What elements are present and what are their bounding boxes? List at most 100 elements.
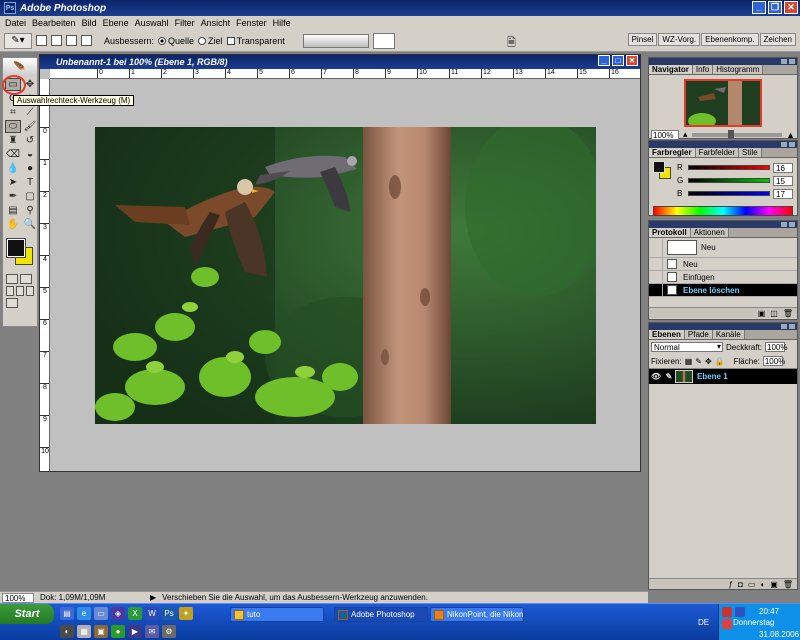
menu-bearbeiten[interactable]: Bearbeiten: [29, 18, 79, 28]
restore-button[interactable]: ❐: [768, 1, 782, 14]
screen-mode-standard-icon[interactable]: [6, 286, 14, 296]
canvas-area[interactable]: [50, 79, 640, 471]
selection-new-icon[interactable]: [36, 35, 47, 46]
tray-icon[interactable]: [722, 607, 732, 617]
lock-position-icon[interactable]: ✥: [705, 357, 712, 366]
screen-mode-full-icon[interactable]: [26, 286, 34, 296]
zoom-tool[interactable]: 🔍: [22, 218, 38, 231]
settings-icon[interactable]: ⚙: [162, 625, 176, 638]
well-tab-wz-vorg[interactable]: WZ-Vorg.: [658, 33, 701, 46]
brush-tool[interactable]: 🖌: [22, 120, 38, 133]
menu-bild[interactable]: Bild: [79, 18, 100, 28]
green-value[interactable]: 15: [773, 175, 793, 186]
transparent-checkbox[interactable]: [226, 37, 235, 46]
blend-mode-select[interactable]: Normal: [651, 342, 723, 352]
pattern-picker[interactable]: [372, 32, 395, 49]
use-pattern-button[interactable]: [302, 33, 369, 48]
palette-header[interactable]: [649, 221, 797, 228]
layer-mask-icon[interactable]: ◘: [738, 580, 743, 589]
history-snapshot-icon[interactable]: ◫: [770, 309, 778, 318]
excel-icon[interactable]: X: [128, 607, 142, 620]
crop-tool[interactable]: ⌗: [5, 106, 21, 119]
blue-slider[interactable]: [688, 191, 770, 196]
dodge-tool[interactable]: ●: [22, 162, 38, 175]
media-icon[interactable]: ◐: [60, 625, 74, 638]
tool-icon[interactable]: ✦: [179, 607, 193, 620]
antivirus-icon[interactable]: [722, 619, 732, 629]
lock-pixels-icon[interactable]: ✎: [695, 357, 702, 366]
photoshop-quick-icon[interactable]: Ps: [162, 607, 176, 620]
menu-ansicht[interactable]: Ansicht: [198, 18, 234, 28]
tab-aktionen[interactable]: Aktionen: [690, 228, 729, 237]
layer-name[interactable]: Ebene 1: [697, 372, 728, 381]
file-browser-icon[interactable]: 🗎: [507, 34, 523, 49]
ie-icon[interactable]: e: [77, 607, 91, 620]
pen-tool[interactable]: ✒: [5, 190, 21, 203]
history-snapshot[interactable]: Neu: [649, 237, 797, 258]
bucket-tool[interactable]: ◒: [22, 148, 38, 161]
status-menu-arrow-icon[interactable]: ▶: [150, 593, 156, 602]
green-slider[interactable]: [688, 178, 770, 183]
color-spectrum-bar[interactable]: [653, 206, 793, 216]
navigator-zoom-slider[interactable]: [691, 129, 783, 139]
folder-icon[interactable]: ▤: [60, 607, 74, 620]
screen-mode-menu-icon[interactable]: [16, 286, 24, 296]
blue-value[interactable]: 17: [773, 188, 793, 199]
movie-icon[interactable]: ▶: [128, 625, 142, 638]
well-tab-ebenenkomp[interactable]: Ebenenkomp.: [701, 33, 759, 46]
lock-all-icon[interactable]: 🔒: [715, 357, 725, 366]
foreground-color[interactable]: [6, 238, 26, 258]
well-tab-zeichen[interactable]: Zeichen: [759, 33, 796, 46]
quickmask-mode-icon[interactable]: [20, 274, 32, 284]
status-zoom-field[interactable]: 100%: [2, 592, 34, 603]
tab-protokoll[interactable]: Protokoll: [649, 228, 691, 237]
tab-kanaele[interactable]: Kanäle: [712, 330, 745, 339]
start-button[interactable]: Start: [0, 604, 54, 624]
selection-subtract-icon[interactable]: [66, 35, 77, 46]
tab-ebenen[interactable]: Ebenen: [649, 330, 685, 339]
stamp-tool[interactable]: ♜: [5, 134, 21, 147]
tray-icon[interactable]: [735, 607, 745, 617]
selection-add-icon[interactable]: [51, 35, 62, 46]
taskbar-button-browser[interactable]: NikonPoint, die Nikon...: [430, 607, 524, 622]
minimize-button[interactable]: _: [752, 1, 766, 14]
notes-tool[interactable]: ▤: [5, 204, 21, 217]
doc-maximize-button[interactable]: □: [612, 55, 624, 66]
eraser-tool[interactable]: ⌫: [5, 148, 21, 161]
well-tab-pinsel[interactable]: Pinsel: [627, 33, 658, 46]
history-brush-tool[interactable]: ↺: [22, 134, 38, 147]
calc-icon[interactable]: ▦: [77, 625, 91, 638]
palette-foreground-color[interactable]: [653, 161, 665, 173]
path-select-tool[interactable]: ➤: [5, 176, 21, 189]
layer-set-icon[interactable]: ▭: [748, 580, 756, 589]
lock-transparency-icon[interactable]: ▦: [685, 357, 693, 366]
taskbar-button-photoshop[interactable]: Adobe Photoshop: [334, 607, 428, 622]
document-titlebar[interactable]: Unbenannt-1 bei 100% (Ebene 1, RGB/8) _ …: [40, 55, 640, 69]
vertical-ruler[interactable]: 0 1 2 3 4 5 6 7 8 9 10: [40, 79, 50, 471]
quelle-radio[interactable]: [158, 37, 167, 46]
blur-tool[interactable]: 💧: [5, 162, 21, 175]
tab-farbregler[interactable]: Farbregler: [649, 148, 696, 157]
delete-layer-icon[interactable]: 🗑: [783, 580, 793, 589]
red-slider[interactable]: [688, 165, 770, 170]
app-icon[interactable]: ◈: [111, 607, 125, 620]
red-value[interactable]: 16: [773, 162, 793, 173]
ziel-radio[interactable]: [198, 37, 207, 46]
menu-fenster[interactable]: Fenster: [233, 18, 270, 28]
menu-auswahl[interactable]: Auswahl: [132, 18, 172, 28]
history-new-document-icon[interactable]: ▣: [758, 309, 766, 318]
palette-header[interactable]: [649, 58, 797, 65]
zoom-out-icon[interactable]: ▴: [683, 129, 688, 140]
new-layer-icon[interactable]: ▣: [770, 580, 778, 589]
type-tool[interactable]: T: [22, 176, 38, 189]
horizontal-ruler[interactable]: 01234567891011121314151617: [50, 69, 640, 79]
tab-stile[interactable]: Stile: [739, 148, 762, 157]
hand-tool[interactable]: ✋: [5, 218, 21, 231]
clock-time[interactable]: 20:47: [759, 607, 779, 616]
shape-tool[interactable]: ▢: [22, 190, 38, 203]
doc-close-button[interactable]: ✕: [626, 55, 638, 66]
menu-hilfe[interactable]: Hilfe: [270, 18, 294, 28]
tab-navigator[interactable]: Navigator: [649, 65, 693, 74]
history-item[interactable]: Einfügen: [649, 270, 797, 284]
desktop-icon[interactable]: ▭: [94, 607, 108, 620]
